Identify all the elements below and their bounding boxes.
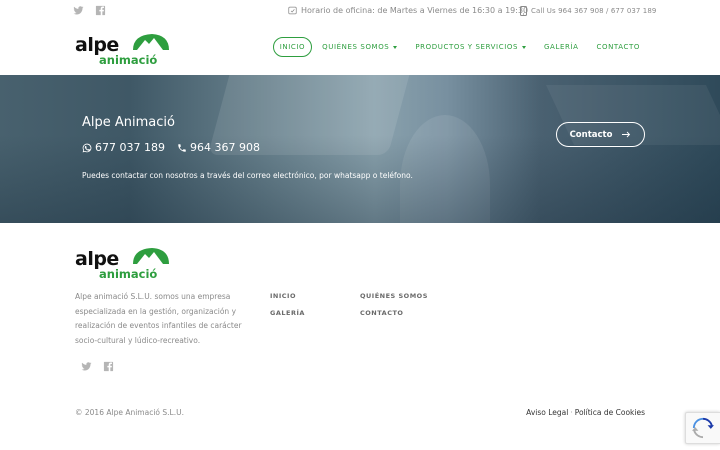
banner-phones: 677 037 189 964 367 908 (82, 141, 260, 154)
call-us-text: Call Us 964 367 908 / 677 037 189 (531, 7, 657, 15)
telephone-number: 964 367 908 (189, 141, 260, 154)
footer-logo[interactable]: alpe animació (75, 246, 170, 282)
footer-link-inicio[interactable]: Inicio (270, 292, 296, 300)
banner-description: Puedes contactar con nosotros a través d… (82, 171, 413, 180)
clock-icon (288, 6, 297, 15)
nav-item-productos-servicios[interactable]: Productos y servicios (407, 37, 534, 57)
office-hours-text: Horario de oficina: de Martes a Viernes … (301, 6, 529, 15)
twitter-icon[interactable] (72, 4, 84, 16)
footer-about-text: Alpe animació S.L.U. somos una empresa e… (75, 292, 242, 345)
main-nav: Inicio Quiénes somos Productos y servici… (271, 37, 648, 57)
politica-cookies-link[interactable]: Política de Cookies (575, 408, 645, 417)
twitter-icon[interactable] (80, 360, 92, 372)
legal-links: Aviso Legal · Política de Cookies (526, 408, 645, 417)
nav-item-inicio[interactable]: Inicio (272, 37, 313, 57)
nav-item-contacto[interactable]: Contacto (588, 37, 648, 57)
copyright: © 2016 Alpe Animació S.L.U. (75, 408, 184, 417)
site-logo[interactable]: alpe animació (75, 32, 170, 68)
footer-link-quienes-somos[interactable]: Quiénes somos (360, 292, 428, 300)
whatsapp-phone[interactable]: 677 037 189 (82, 141, 165, 154)
nav-item-productos-servicios-label: Productos y servicios (415, 43, 519, 51)
phone-icon (178, 143, 186, 152)
recaptcha-badge[interactable] (685, 412, 720, 444)
top-social-links (72, 4, 106, 16)
contact-button-label: Contacto (569, 129, 613, 140)
arrow-right-icon (622, 131, 631, 138)
aviso-legal-link[interactable]: Aviso Legal (526, 408, 568, 417)
contact-button[interactable]: Contacto (556, 122, 645, 147)
call-us: Call Us 964 367 908 / 677 037 189 (520, 6, 656, 16)
svg-text:animació: animació (99, 267, 157, 281)
nav-item-contacto-label: Contacto (596, 43, 640, 51)
telephone-phone[interactable]: 964 367 908 (177, 141, 260, 154)
facebook-icon[interactable] (94, 4, 106, 16)
legal-separator: · (570, 408, 573, 417)
caret-down-icon (393, 45, 398, 49)
office-hours: Horario de oficina: de Martes a Viernes … (288, 6, 528, 15)
svg-text:animació: animació (99, 53, 157, 67)
recaptcha-icon (692, 417, 714, 439)
nav-item-inicio-label: Inicio (279, 43, 306, 51)
footer-link-galeria[interactable]: Galería (270, 309, 305, 317)
mobile-phone-icon (520, 6, 527, 16)
facebook-icon[interactable] (102, 360, 114, 372)
banner-title: Alpe Animació (82, 115, 175, 130)
top-bar: Horario de oficina: de Martes a Viernes … (0, 0, 720, 24)
nav-item-quienes-somos[interactable]: Quiénes somos (314, 37, 405, 57)
whatsapp-icon (82, 143, 92, 152)
nav-item-galeria[interactable]: Galería (536, 37, 586, 57)
whatsapp-number: 677 037 189 (95, 141, 165, 154)
nav-item-galeria-label: Galería (544, 43, 579, 51)
caret-down-icon (522, 45, 527, 49)
footer-link-contacto[interactable]: Contacto (360, 309, 403, 317)
footer-social-links (80, 360, 114, 372)
nav-item-quienes-somos-label: Quiénes somos (322, 43, 390, 51)
